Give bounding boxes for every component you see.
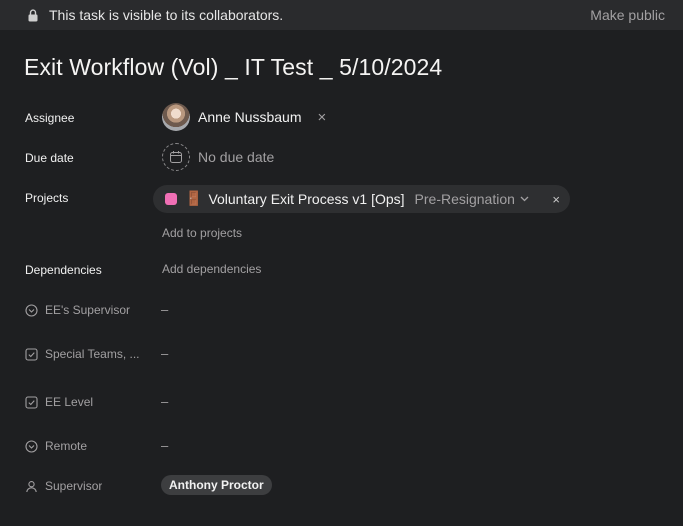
custom-field-label: EE Level (45, 395, 94, 409)
projects-label: Projects (25, 191, 69, 205)
avatar (162, 103, 190, 131)
checkbox-icon (25, 347, 38, 361)
make-public-button[interactable]: Make public (590, 7, 665, 23)
door-icon: 🚪 (185, 191, 203, 207)
calendar-icon (170, 151, 182, 163)
task-title[interactable]: Exit Workflow (Vol) _ IT Test _ 5/10/202… (24, 54, 442, 81)
checkbox-icon (25, 395, 38, 409)
assignee-field[interactable]: Anne Nussbaum × (162, 103, 326, 131)
due-date-field[interactable]: No due date (162, 143, 274, 171)
assignee-name[interactable]: Anne Nussbaum (198, 109, 302, 125)
project-section-dropdown[interactable]: Pre-Resignation (415, 191, 529, 207)
project-color-swatch (165, 193, 177, 205)
remove-project-button[interactable]: × (552, 192, 560, 207)
custom-field-special-teams-label: Special Teams, ... (25, 347, 150, 361)
chevron-circle-icon (25, 439, 38, 453)
visibility-banner: This task is visible to its collaborator… (0, 0, 683, 30)
due-date-picker[interactable] (162, 143, 190, 171)
custom-field-label: Supervisor (45, 479, 103, 493)
supervisor-token[interactable]: Anthony Proctor (161, 475, 272, 495)
due-date-label: Due date (25, 151, 74, 165)
custom-field-remote-label: Remote (25, 439, 150, 453)
special-teams-value[interactable]: – (161, 346, 168, 361)
chevron-circle-icon (25, 303, 38, 317)
dependencies-label: Dependencies (25, 263, 102, 277)
custom-field-label: EE's Supervisor (45, 303, 130, 317)
person-icon (26, 480, 37, 492)
project-pill[interactable]: 🚪 Voluntary Exit Process v1 [Ops] Pre-Re… (153, 185, 570, 213)
custom-field-label: Remote (45, 439, 88, 453)
due-date-value[interactable]: No due date (198, 149, 274, 165)
visibility-message: This task is visible to its collaborator… (49, 7, 284, 23)
add-to-projects-button[interactable]: Add to projects (162, 226, 242, 240)
custom-field-ee-level-label: EE Level (25, 395, 150, 409)
add-dependencies-button[interactable]: Add dependencies (162, 262, 261, 276)
chevron-down-icon (520, 196, 529, 202)
custom-field-supervisor-label: Supervisor (25, 479, 150, 493)
assignee-label: Assignee (25, 111, 75, 125)
ee-level-value[interactable]: – (161, 394, 168, 409)
lock-icon (28, 8, 38, 21)
custom-field-ee-supervisor-label: EE's Supervisor (25, 303, 150, 317)
remote-value[interactable]: – (161, 438, 168, 453)
project-name[interactable]: Voluntary Exit Process v1 [Ops] (208, 191, 404, 207)
custom-field-label: Special Teams, ... (45, 347, 140, 361)
remove-assignee-button[interactable]: × (318, 110, 327, 125)
project-section-label: Pre-Resignation (414, 191, 515, 207)
ee-supervisor-value[interactable]: – (161, 302, 168, 317)
